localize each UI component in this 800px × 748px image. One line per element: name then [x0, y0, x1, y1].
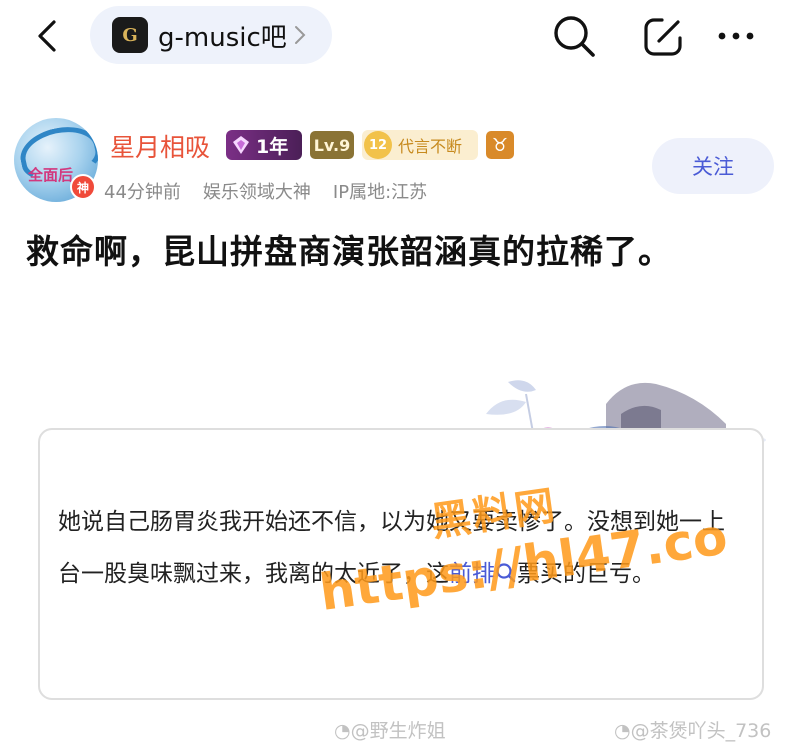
back-button[interactable] [28, 14, 68, 58]
god-badge: 神 [70, 174, 96, 200]
speaker-count: 12 [364, 131, 392, 159]
search-icon [554, 16, 595, 57]
credit-right-text: @茶煲吖头_736 [630, 720, 772, 742]
top-bar: G g-music吧 [0, 0, 800, 72]
search-small-icon [496, 563, 516, 583]
level-badge: Lv.9 [310, 131, 354, 159]
more-icon [718, 32, 754, 40]
forum-name: g-music吧 [158, 22, 287, 53]
forum-logo: G [112, 17, 148, 53]
avatar-text: 全面后 [28, 166, 74, 184]
member-year-text: 1年 [256, 135, 289, 158]
chevron-right-icon [294, 26, 306, 44]
more-button[interactable] [714, 12, 762, 60]
weibo-icon: ◔ [334, 720, 351, 742]
speaker-label: 代言不断 [398, 137, 463, 156]
topic-link[interactable]: 前排 [449, 561, 517, 587]
forum-pill[interactable]: G g-music吧 [90, 6, 332, 64]
post-body: 她说自己肠胃炎我开始还不信，以为她又要卖惨了。没想到她一上台一股臭味飘过来，我离… [58, 496, 738, 600]
post-time: 44分钟前 [104, 182, 181, 203]
taurus-icon: ♉ [486, 131, 514, 159]
weibo-icon: ◔ [614, 720, 631, 742]
speaker-badge: 12 代言不断 [362, 130, 478, 160]
follow-button[interactable]: 关注 [652, 138, 774, 194]
post-content-card: 她说自己肠胃炎我开始还不信，以为她又要卖惨了。没想到她一上台一股臭味飘过来，我离… [38, 428, 764, 700]
edit-icon [644, 18, 682, 56]
post-title: 救命啊，昆山拼盘商演张韶涵真的拉稀了。 [26, 232, 672, 271]
author-title: 娱乐领域大神 [202, 182, 311, 203]
topic-link-text: 前排 [449, 561, 495, 587]
search-button[interactable] [550, 12, 598, 60]
credit-left-text: @野生炸姐 [350, 720, 446, 742]
chevron-left-icon [38, 20, 56, 52]
diamond-icon [233, 136, 249, 154]
post-body-text-2: 票买的巨亏。 [517, 561, 655, 587]
credit-right: ◔@茶煲吖头_736 [614, 716, 771, 743]
ip-location: IP属地:江苏 [332, 182, 428, 203]
credit-left: ◔@野生炸姐 [334, 716, 446, 743]
post-meta: 44分钟前 娱乐领域大神 IP属地:江苏 [104, 178, 449, 204]
author-name[interactable]: 星月相吸 [110, 128, 210, 164]
edit-button[interactable] [640, 12, 688, 60]
member-year-badge: 1年 [226, 130, 302, 160]
